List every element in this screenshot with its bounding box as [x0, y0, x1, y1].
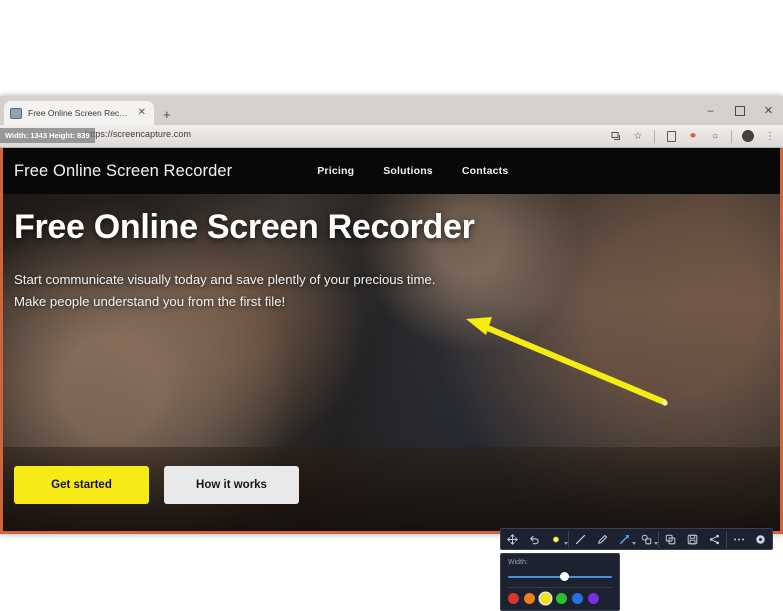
panel-divider — [508, 587, 612, 588]
site-nav: Pricing Solutions Contacts — [317, 165, 508, 177]
annotation-toolbar — [500, 528, 773, 550]
new-tab-button[interactable]: + — [163, 108, 171, 121]
save-icon[interactable] — [686, 533, 699, 546]
more-options-icon[interactable] — [732, 533, 745, 546]
tab-title: Free Online Screen Recorder — [28, 108, 130, 118]
width-slider-knob[interactable] — [560, 572, 570, 581]
close-icon[interactable] — [754, 533, 767, 546]
browser-toolbar-icons: ☆ ⚭ ○ ⋮ — [610, 125, 779, 147]
color-yellow-swatch[interactable] — [540, 593, 551, 604]
maximize-button[interactable] — [725, 96, 754, 125]
move-icon[interactable] — [506, 533, 519, 546]
toolbar-group-navigate — [501, 529, 568, 549]
hero-subtext: Start communicate visually today and sav… — [14, 269, 783, 313]
toolbar-group-more — [727, 529, 772, 549]
hero-heading: Free Online Screen Recorder — [14, 208, 475, 246]
share-icon[interactable] — [708, 533, 721, 546]
arrow-icon[interactable] — [618, 533, 636, 546]
color-purple-swatch[interactable] — [588, 593, 599, 604]
pen-icon[interactable] — [596, 533, 609, 546]
get-started-button[interactable]: Get started — [14, 466, 149, 504]
hero-section: Free Online Screen Recorder Start commun… — [14, 208, 783, 313]
shapes-icon[interactable] — [640, 533, 658, 546]
width-slider[interactable] — [508, 571, 612, 582]
toolbar-divider-2 — [731, 129, 732, 143]
how-it-works-button[interactable]: How it works — [164, 466, 299, 504]
width-color-panel: Width: — [500, 553, 620, 611]
toolbar-group-draw — [569, 529, 658, 549]
maximize-icon — [734, 105, 745, 116]
avatar-icon[interactable] — [742, 130, 754, 142]
line-icon[interactable] — [574, 533, 587, 546]
toolbar-divider — [654, 129, 655, 143]
color-blue-swatch[interactable] — [572, 593, 583, 604]
shapes-caret-icon[interactable] — [654, 541, 658, 545]
extension-icon[interactable] — [665, 130, 677, 142]
browser-window: Free Online Screen Recorder ✕ + – ✕ http… — [0, 96, 783, 534]
url-text: https://screencapture.com — [85, 129, 192, 139]
site-header: Free Online Screen Recorder Pricing Solu… — [0, 148, 783, 194]
bookmark-star-icon[interactable]: ☆ — [632, 130, 644, 142]
monitor-icon — [10, 107, 22, 119]
browser-menu-icon[interactable]: ⋮ — [764, 130, 776, 142]
color-green-swatch[interactable] — [556, 593, 567, 604]
site-logo[interactable]: Free Online Screen Recorder — [14, 162, 232, 181]
nav-item-contacts[interactable]: Contacts — [462, 165, 509, 177]
toolbar-group-actions — [659, 529, 726, 549]
undo-icon[interactable] — [528, 533, 541, 546]
hero-buttons: Get started How it works — [14, 466, 299, 504]
tab-close-icon[interactable]: ✕ — [136, 108, 148, 118]
window-controls: – ✕ — [696, 96, 783, 125]
nav-item-pricing[interactable]: Pricing — [317, 165, 354, 177]
recording-border-left — [0, 148, 3, 534]
nav-item-solutions[interactable]: Solutions — [383, 165, 433, 177]
copy-icon[interactable] — [664, 533, 677, 546]
minimize-button[interactable]: – — [696, 96, 725, 125]
close-window-button[interactable]: ✕ — [754, 96, 783, 125]
color-swatches — [508, 593, 612, 604]
profile-circle-icon[interactable]: ○ — [709, 130, 721, 142]
translate-icon[interactable] — [610, 130, 622, 142]
page-viewport: Free Online Screen Recorder Pricing Solu… — [0, 148, 783, 534]
color-orange-swatch[interactable] — [524, 593, 535, 604]
arrow-caret-icon[interactable] — [632, 541, 636, 545]
highlighter-icon[interactable] — [550, 533, 568, 546]
tab-strip: Free Online Screen Recorder ✕ + – ✕ — [0, 96, 783, 125]
width-label: Width: — [508, 559, 528, 566]
hero-subtext-line1: Start communicate visually today and sav… — [14, 272, 436, 287]
color-red-swatch[interactable] — [508, 593, 519, 604]
browser-tab[interactable]: Free Online Screen Recorder ✕ — [4, 101, 154, 125]
screen-recorder-extension-icon[interactable]: ⚭ — [687, 130, 699, 142]
capture-size-overlay: Width: 1343 Height: 839 — [0, 128, 95, 143]
hero-subtext-line2: Make people understand you from the firs… — [14, 293, 286, 309]
address-bar[interactable]: https://screencapture.com Width: 1343 He… — [0, 125, 783, 148]
highlighter-caret-icon[interactable] — [564, 541, 568, 545]
